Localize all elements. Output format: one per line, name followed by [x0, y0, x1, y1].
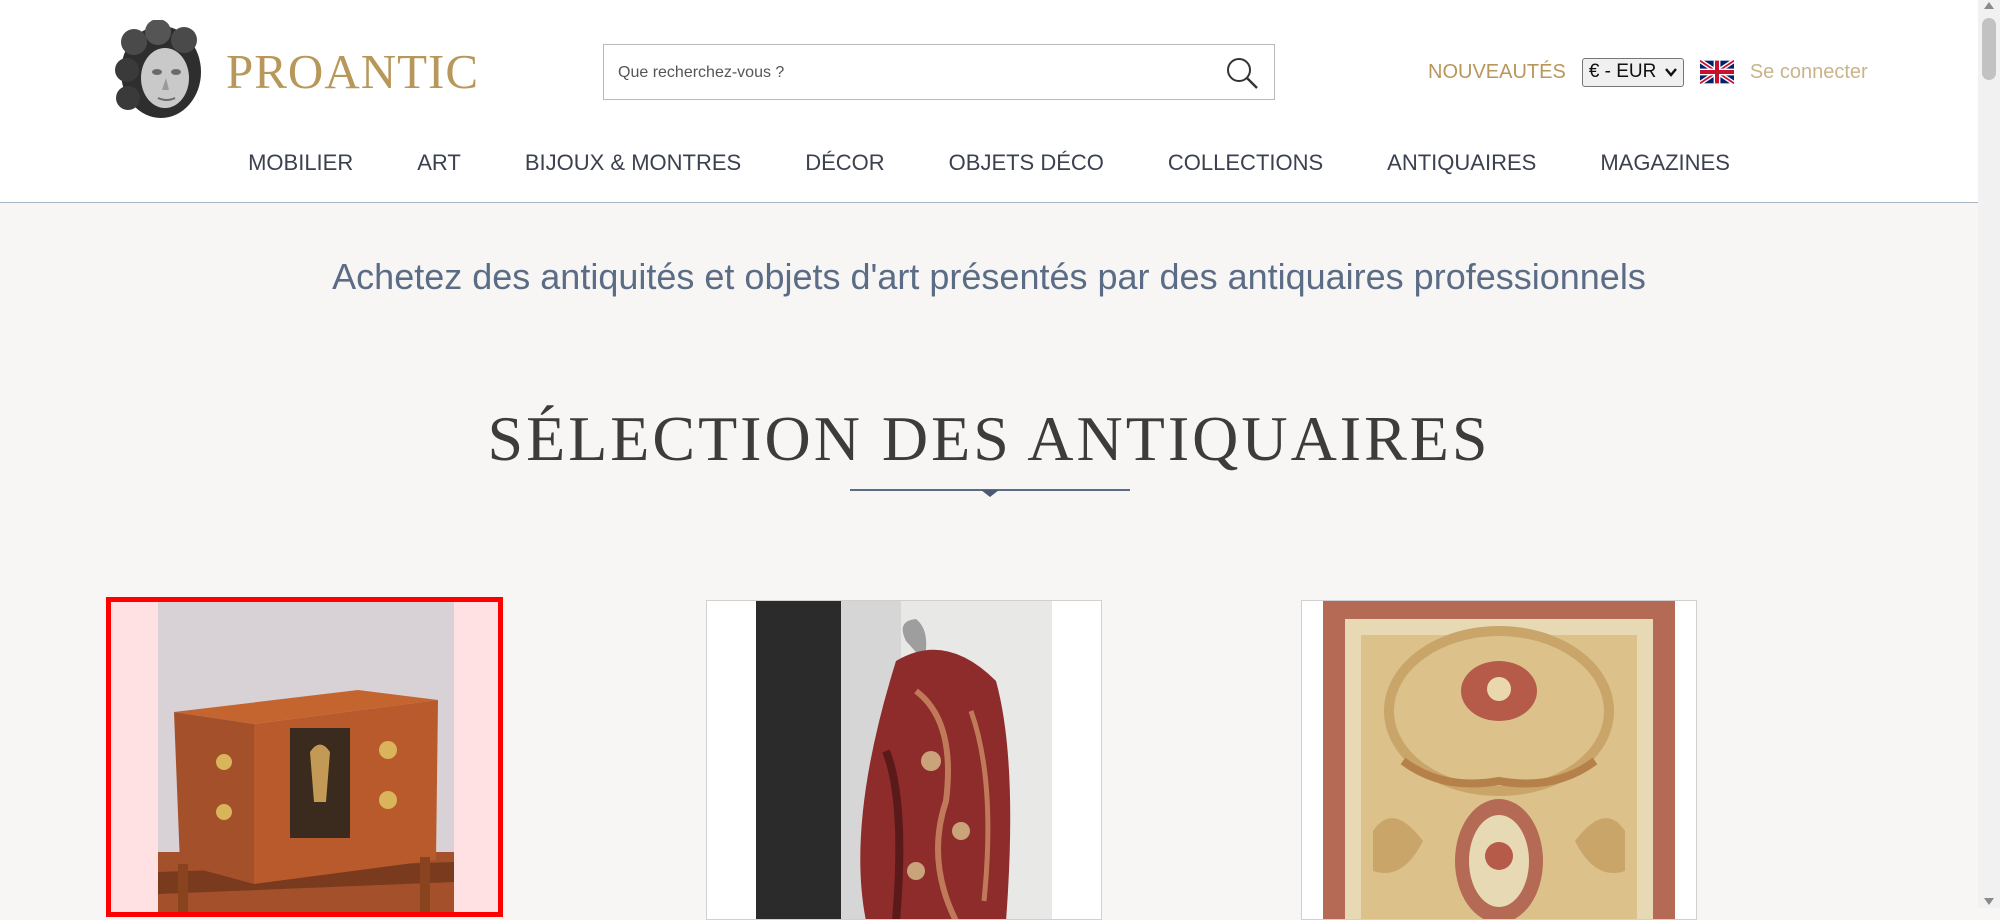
nav-item-objets-deco[interactable]: OBJETS DÉCO	[949, 150, 1104, 176]
logo[interactable]: PROANTIC	[112, 20, 479, 122]
scroll-down-icon[interactable]	[1984, 898, 1994, 905]
currency-select[interactable]: € - EUR	[1581, 57, 1684, 87]
nav-item-bijoux-montres[interactable]: BIJOUX & MONTRES	[525, 150, 741, 176]
nav-item-decor[interactable]: DÉCOR	[805, 150, 884, 176]
product-card[interactable]	[706, 600, 1102, 920]
textile-image	[756, 601, 1052, 919]
tagline: Achetez des antiquités et objets d'art p…	[332, 256, 1646, 297]
logo-head-icon	[115, 20, 201, 118]
currency-value: € - EUR	[1588, 61, 1657, 82]
scroll-up-icon[interactable]	[1984, 2, 1994, 9]
site-header: PROANTIC NOUVEAUTÉS € - EUR Se connecter…	[0, 0, 1978, 203]
search-icon[interactable]	[1224, 55, 1260, 91]
chevron-down-icon	[1664, 68, 1677, 77]
aubusson-rug-image	[1323, 601, 1675, 919]
scrollbar-thumb[interactable]	[1982, 18, 1996, 80]
title-divider	[850, 489, 1130, 497]
brand-name: PROANTIC	[226, 43, 480, 99]
product-card[interactable]	[1301, 600, 1697, 920]
product-card[interactable]	[106, 597, 503, 917]
search-bar	[603, 44, 1275, 101]
nav-item-art[interactable]: ART	[417, 150, 461, 176]
nav-item-collections[interactable]: COLLECTIONS	[1168, 150, 1323, 176]
main-nav: MOBILIER ART BIJOUX & MONTRES DÉCOR OBJE…	[0, 150, 1978, 176]
commode-image	[158, 602, 454, 912]
section-title: SÉLECTION DES ANTIQUAIRES	[487, 403, 1491, 474]
nav-item-antiquaires[interactable]: ANTIQUAIRES	[1387, 150, 1536, 176]
new-arrivals-link[interactable]: NOUVEAUTÉS	[1428, 61, 1566, 84]
vertical-scrollbar[interactable]	[1978, 0, 2000, 908]
nav-item-mobilier[interactable]: MOBILIER	[248, 150, 353, 176]
login-link[interactable]: Se connecter	[1750, 61, 1868, 84]
nav-item-magazines[interactable]: MAGAZINES	[1600, 150, 1730, 176]
header-actions: NOUVEAUTÉS € - EUR Se connecter	[1428, 56, 1868, 88]
search-input[interactable]	[616, 45, 1200, 101]
uk-flag-icon[interactable]	[1699, 60, 1734, 84]
